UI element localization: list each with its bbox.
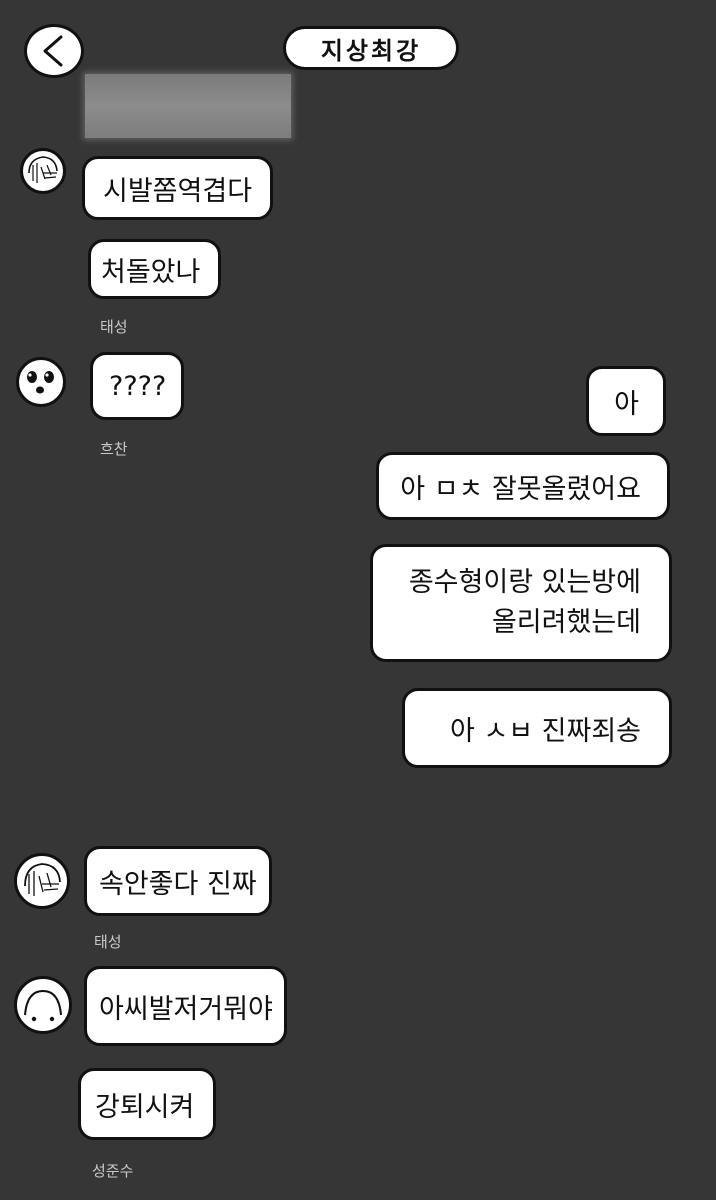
sender-name: 태성 [94, 933, 122, 951]
message-bubble[interactable]: 속안좋다 진짜 [84, 846, 272, 916]
message-bubble[interactable]: 시발쫌역겹다 [82, 156, 273, 220]
my-message-bubble[interactable]: 아 [586, 366, 666, 436]
message-bubble[interactable]: 아씨발저거뭐야 [84, 966, 287, 1046]
sender-name: 흐찬 [100, 440, 128, 458]
chat-title: 지상최강 [283, 26, 459, 70]
message-bubble[interactable]: 강퇴시켜 [78, 1068, 216, 1140]
message-text: 속안좋다 진짜 [99, 868, 257, 900]
message-text-line: 종수형이랑 있는방에 [408, 567, 641, 598]
message-text: 아씨발저거뭐야 [99, 993, 273, 1025]
my-message-bubble[interactable]: 아 ㅅㅂ 진짜죄송 [402, 688, 672, 768]
sender-name: 태성 [100, 318, 128, 336]
chevron-left-icon [43, 35, 63, 67]
message-text: 아 [614, 388, 639, 420]
message-text: ???? [109, 370, 167, 402]
my-message-bubble[interactable]: 아 ㅁㅊ 잘못올렸어요 [376, 452, 670, 520]
hair-face-icon[interactable] [14, 853, 70, 909]
message-text: 처돌았나 [101, 256, 201, 288]
surprised-face-icon[interactable] [16, 357, 66, 407]
message-text: 강퇴시켜 [95, 1091, 195, 1123]
message-bubble[interactable]: 처돌았나 [88, 239, 221, 299]
back-button[interactable] [24, 24, 84, 78]
my-message-bubble[interactable]: 종수형이랑 있는방에 올리려했는데 [370, 544, 672, 662]
message-text: 아 ㅅㅂ 진짜죄송 [449, 715, 641, 747]
hair-face-icon[interactable] [20, 148, 66, 194]
sender-name: 성준수 [92, 1162, 134, 1180]
message-bubble[interactable]: ???? [90, 352, 184, 420]
message-text-line: 올리려했는데 [491, 607, 641, 638]
arc-face-icon[interactable] [14, 976, 72, 1034]
message-text: 시발쫌역겹다 [103, 175, 253, 207]
blurred-image [85, 74, 291, 138]
message-text: 아 ㅁㅊ 잘못올렸어요 [400, 473, 641, 505]
